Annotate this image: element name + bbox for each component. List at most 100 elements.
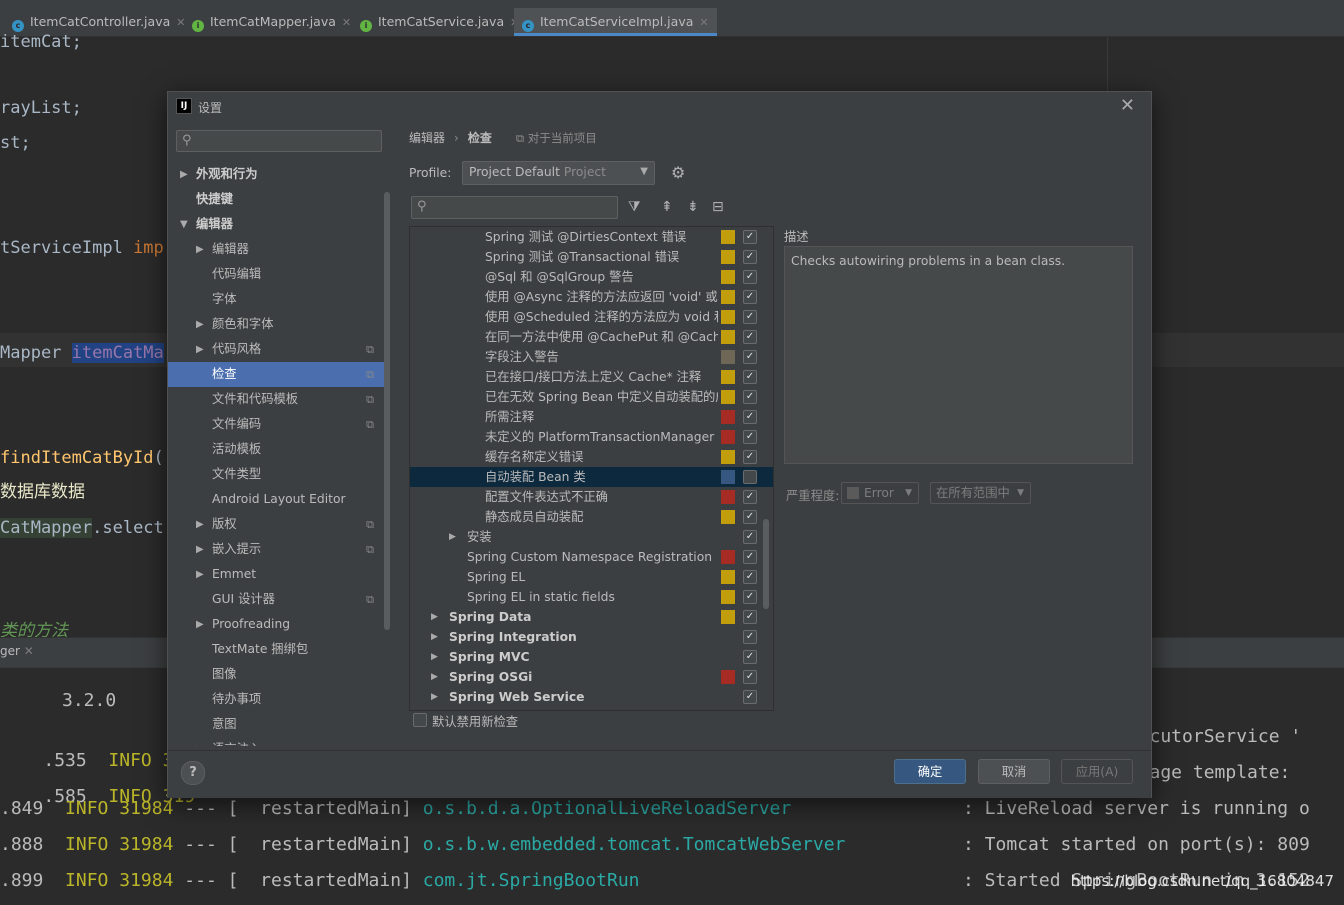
help-button[interactable]: ? (181, 761, 205, 785)
inspection-checkbox[interactable]: ✓ (743, 590, 757, 604)
inspection-search-input[interactable]: ⚲ (411, 196, 618, 219)
reset-icon[interactable]: ⊟ (712, 199, 724, 215)
close-icon[interactable]: ✕ (342, 16, 351, 29)
inspection-group[interactable]: ▶ Spring Integration ✓ (410, 627, 773, 647)
inspection-checkbox[interactable] (743, 470, 757, 484)
expand-all-icon[interactable]: ⇞ (661, 199, 673, 215)
settings-tree-item[interactable]: 快捷键 (168, 187, 390, 212)
chevron-right-icon[interactable]: ▶ (431, 607, 438, 627)
tab-itemcatserviceimpl[interactable]: c ItemCatServiceImpl.java ✕ (514, 8, 717, 36)
settings-tree-item[interactable]: 待办事项 (168, 687, 390, 712)
inspection-row[interactable]: 已在接口/接口方法上定义 Cache* 注释 ✓ (410, 367, 773, 387)
inspection-row[interactable]: @Sql 和 @SqlGroup 警告 ✓ (410, 267, 773, 287)
inspection-group[interactable]: ▶ Spring Data ✓ (410, 607, 773, 627)
inspection-checkbox[interactable]: ✓ (743, 430, 757, 444)
inspection-row[interactable]: Spring EL in static fields ✓ (410, 587, 773, 607)
filter-icon[interactable]: ⧩ (628, 199, 641, 215)
chevron-right-icon[interactable]: ▶ (196, 562, 204, 587)
settings-tree-item[interactable]: ▶ Emmet (168, 562, 390, 587)
inspection-row[interactable]: 使用 @Scheduled 注释的方法应为 void 和 ✓ (410, 307, 773, 327)
ok-button[interactable]: 确定 (894, 759, 966, 784)
inspection-checkbox[interactable]: ✓ (743, 570, 757, 584)
settings-tree-item[interactable]: ▶ 版权 ⧉ (168, 512, 390, 537)
collapse-all-icon[interactable]: ⇟ (687, 199, 699, 215)
cancel-button[interactable]: 取消 (978, 759, 1050, 784)
inspection-row[interactable]: 配置文件表达式不正确 ✓ (410, 487, 773, 507)
inspection-checkbox[interactable]: ✓ (743, 310, 757, 324)
inspection-row[interactable]: 已在无效 Spring Bean 中定义自动装配的成 ✓ (410, 387, 773, 407)
settings-tree-item[interactable]: 字体 (168, 287, 390, 312)
inspection-row[interactable]: Spring Custom Namespace Registration ✓ (410, 547, 773, 567)
inspection-scrollbar[interactable] (763, 519, 769, 609)
tab-itemcatmapper[interactable]: i ItemCatMapper.java ✕ (192, 8, 351, 36)
settings-tree-item[interactable]: 文件类型 (168, 462, 390, 487)
settings-tree-item[interactable]: TextMate 捆绑包 (168, 637, 390, 662)
inspection-checkbox[interactable]: ✓ (743, 650, 757, 664)
settings-tree-item[interactable]: 文件和代码模板 ⧉ (168, 387, 390, 412)
chevron-right-icon[interactable]: ▶ (449, 527, 456, 547)
settings-tree-item[interactable]: ▶ 语言注入 ⧉ (168, 737, 390, 746)
chevron-right-icon[interactable]: ▶ (196, 312, 204, 337)
settings-tree-item[interactable]: ▶ 代码风格 ⧉ (168, 337, 390, 362)
settings-tree-item[interactable]: ▶ Proofreading (168, 612, 390, 637)
settings-tree-item[interactable]: 检查 ⧉ (168, 362, 390, 387)
chevron-right-icon[interactable]: ▶ (196, 512, 204, 537)
inspection-checkbox[interactable]: ✓ (743, 250, 757, 264)
chevron-right-icon[interactable]: ▶ (196, 612, 204, 637)
inspection-row[interactable]: 缓存名称定义错误 ✓ (410, 447, 773, 467)
inspection-checkbox[interactable]: ✓ (743, 290, 757, 304)
tab-itemcatservice[interactable]: iItemCatService.java✕ (360, 8, 519, 36)
inspection-row[interactable]: Spring 测试 @DirtiesContext 错误 ✓ (410, 227, 773, 247)
inspection-checkbox[interactable]: ✓ (743, 390, 757, 404)
close-icon[interactable]: ✕ (176, 16, 185, 29)
inspection-row[interactable]: Spring 测试 @Transactional 错误 ✓ (410, 247, 773, 267)
chevron-right-icon[interactable]: ▶ (196, 737, 204, 746)
settings-tree-item[interactable]: 文件编码 ⧉ (168, 412, 390, 437)
settings-tree-item[interactable]: ▶ 外观和行为 (168, 162, 390, 187)
chevron-right-icon[interactable]: ▶ (196, 237, 204, 262)
inspection-checkbox[interactable]: ✓ (743, 450, 757, 464)
inspection-checkbox[interactable]: ✓ (743, 370, 757, 384)
close-icon[interactable]: ✕ (699, 16, 708, 29)
inspection-row[interactable]: Spring EL ✓ (410, 567, 773, 587)
run-tab[interactable]: ger ✕ (0, 644, 34, 658)
inspection-checkbox[interactable]: ✓ (743, 270, 757, 284)
scope-select[interactable]: 在所有范围中 ▼ (930, 482, 1031, 504)
chevron-right-icon[interactable]: ▶ (431, 647, 438, 667)
disable-new-checkbox[interactable] (413, 713, 427, 727)
inspection-row[interactable]: 字段注入警告 ✓ (410, 347, 773, 367)
profile-select[interactable]: Project Default Project ▼ (462, 161, 655, 185)
chevron-right-icon[interactable]: ▶ (196, 337, 204, 362)
inspection-checkbox[interactable]: ✓ (743, 550, 757, 564)
chevron-right-icon[interactable]: ▶ (431, 667, 438, 687)
inspection-checkbox[interactable]: ✓ (743, 350, 757, 364)
inspection-group[interactable]: ▶ Spring OSGi ✓ (410, 667, 773, 687)
inspection-row[interactable]: 未定义的 PlatformTransactionManager ✓ (410, 427, 773, 447)
inspection-row[interactable]: 使用 @Async 注释的方法应返回 'void' 或 * ✓ (410, 287, 773, 307)
settings-tree-item[interactable]: ▶ 嵌入提示 ⧉ (168, 537, 390, 562)
close-icon[interactable]: ✕ (24, 644, 34, 658)
settings-tree-item[interactable]: 代码编辑 (168, 262, 390, 287)
inspection-row[interactable]: 在同一方法中使用 @CachePut 和 @Cache: ✓ (410, 327, 773, 347)
settings-tree-item[interactable]: GUI 设计器 ⧉ (168, 587, 390, 612)
inspection-checkbox[interactable]: ✓ (743, 630, 757, 644)
settings-tree-item[interactable]: ▶ 编辑器 (168, 237, 390, 262)
settings-tree-item[interactable]: Android Layout Editor (168, 487, 390, 512)
inspection-group[interactable]: ▶ Spring MVC ✓ (410, 647, 773, 667)
settings-tree-item[interactable]: 图像 (168, 662, 390, 687)
inspection-row[interactable]: 静态成员自动装配 ✓ (410, 507, 773, 527)
inspection-checkbox[interactable]: ✓ (743, 530, 757, 544)
chevron-right-icon[interactable]: ▶ (431, 627, 438, 647)
settings-search-input[interactable]: ⚲ (176, 130, 382, 152)
inspection-checkbox[interactable]: ✓ (743, 610, 757, 624)
inspection-checkbox[interactable]: ✓ (743, 510, 757, 524)
inspection-row[interactable]: ▶ 安装 ✓ (410, 527, 773, 547)
settings-tree-item[interactable]: 活动模板 (168, 437, 390, 462)
inspection-checkbox[interactable]: ✓ (743, 230, 757, 244)
inspection-checkbox[interactable]: ✓ (743, 690, 757, 704)
gear-icon[interactable]: ⚙ (671, 163, 685, 182)
inspection-checkbox[interactable]: ✓ (743, 410, 757, 424)
chevron-down-icon[interactable]: ▼ (180, 212, 188, 237)
inspection-row[interactable]: 自动装配 Bean 类 (410, 467, 773, 487)
settings-tree-item[interactable]: ▶ 颜色和字体 (168, 312, 390, 337)
